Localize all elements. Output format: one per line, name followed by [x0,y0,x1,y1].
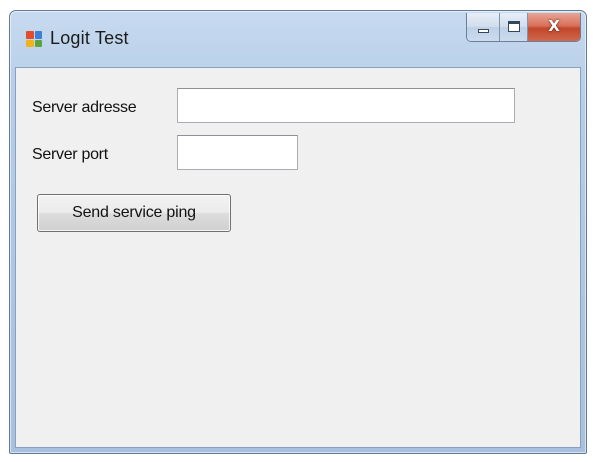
minimize-icon [478,29,489,33]
server-port-input[interactable] [177,135,298,170]
server-port-label: Server port [32,146,108,163]
window-title: Logit Test [50,28,129,48]
server-address-input[interactable] [177,88,515,123]
app-icon [26,31,42,47]
maximize-button[interactable] [500,13,528,41]
form-client-area: Server adresse Server port Send service … [15,67,581,448]
minimize-button[interactable] [467,13,500,41]
maximize-icon [508,21,520,32]
close-icon: X [548,17,560,35]
send-service-ping-button[interactable]: Send service ping [37,194,231,232]
caption-buttons: X [466,13,581,42]
close-button[interactable]: X [528,13,580,41]
server-address-label: Server adresse [32,99,137,116]
